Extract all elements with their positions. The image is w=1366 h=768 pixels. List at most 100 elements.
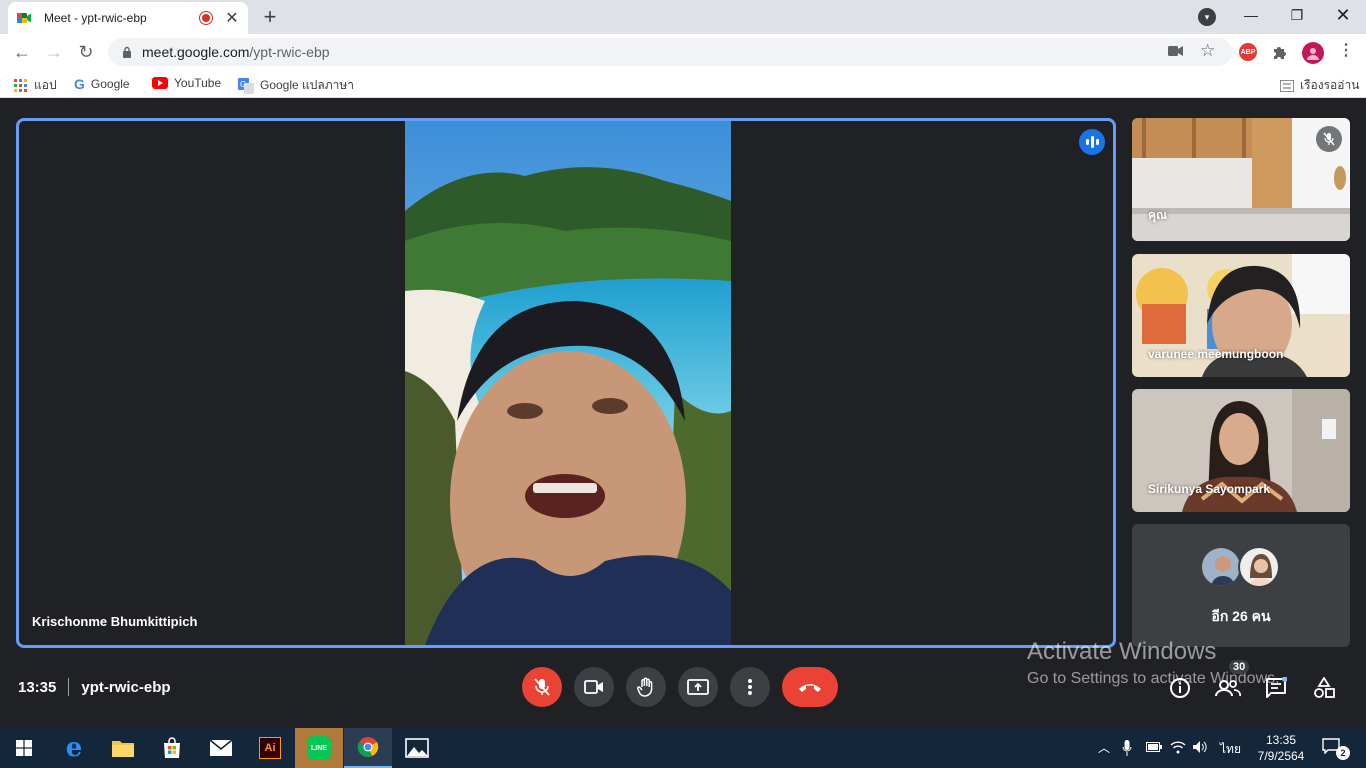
adblock-plus-icon[interactable]: ABP (1239, 43, 1257, 61)
people-icon (1215, 680, 1241, 697)
participant-tile-varunee[interactable]: varunee meemungboon (1132, 254, 1350, 377)
chrome-menu-icon[interactable]: ⋮ (1338, 40, 1354, 60)
raise-hand-icon (637, 677, 653, 697)
photos-icon (405, 738, 429, 758)
main-speaker-video (405, 121, 731, 645)
youtube-icon (152, 77, 168, 89)
meeting-time: 13:35 (18, 678, 57, 696)
folder-icon (112, 741, 134, 757)
people-count-badge: 30 (1229, 660, 1250, 674)
extensions-puzzle-icon[interactable] (1272, 44, 1288, 60)
main-speaker-tile[interactable]: Krischonme Bhumkittipich (16, 118, 1116, 648)
participant-name: คุณ (1148, 208, 1168, 222)
tab-close-icon[interactable]: ✕ (224, 8, 240, 28)
taskbar-illustrator[interactable]: Ai (246, 728, 294, 768)
wifi-icon[interactable] (1170, 740, 1186, 754)
mic-toggle-button[interactable] (522, 667, 562, 707)
activities-button[interactable] (1310, 674, 1338, 702)
tab-strip: Meet - ypt-rwic-ebp ✕ + ▾ — ❐ ✕ (0, 0, 1366, 34)
meet-stage: Krischonme Bhumkittipich คุณ varunee mee… (0, 102, 1366, 728)
taskbar-chrome[interactable] (344, 728, 392, 768)
camera-toggle-button[interactable] (574, 667, 614, 707)
line-app-icon: LINE (307, 736, 331, 760)
show-everyone-button[interactable] (1214, 674, 1242, 702)
more-vert-icon (748, 679, 752, 695)
url-path: /ypt-rwic-ebp (249, 44, 330, 60)
participant-tile-self[interactable]: คุณ (1132, 118, 1350, 241)
chat-button[interactable] (1262, 674, 1290, 702)
bookmark-apps[interactable]: แอป (14, 76, 57, 95)
minimize-button[interactable]: — (1228, 0, 1274, 30)
bookmark-google-translate[interactable]: G Google แปลภาษา (238, 76, 354, 95)
more-participants-tile[interactable]: อีก 26 คน (1132, 524, 1350, 647)
taskbar-line[interactable]: LINE (295, 728, 343, 768)
meeting-info: 13:35 ypt-rwic-ebp (18, 678, 171, 696)
video-camera-icon (584, 680, 603, 694)
muted-mic-icon (1316, 126, 1342, 152)
participant-avatar (1200, 546, 1242, 588)
bookmark-youtube[interactable]: YouTube (152, 76, 221, 90)
microphone-tray-icon[interactable] (1122, 740, 1132, 756)
meeting-details-button[interactable] (1166, 674, 1194, 702)
camera-in-use-icon[interactable] (1168, 45, 1184, 57)
hang-up-icon (799, 684, 821, 692)
recording-indicator-icon (200, 12, 212, 24)
apps-grid-icon (14, 78, 28, 93)
divider (68, 678, 70, 696)
bookmark-star-icon[interactable]: ☆ (1200, 41, 1215, 61)
others-count-label: อีก 26 คน (1211, 608, 1271, 624)
participant-tile-sirikunya[interactable]: Sirikunya Sayompark (1132, 389, 1350, 512)
participant-name: Sirikunya Sayompark (1148, 482, 1271, 496)
reload-icon[interactable]: ↻ (74, 40, 98, 64)
restore-button[interactable]: ❐ (1274, 0, 1320, 30)
system-clock[interactable]: 13:35 7/9/2564 (1254, 732, 1308, 764)
participant-name: varunee meemungboon (1148, 347, 1284, 361)
meet-control-bar: 13:35 ypt-rwic-ebp 30 (0, 660, 1366, 714)
bookmark-label: แอป (34, 78, 57, 92)
tab-title: Meet - ypt-rwic-ebp (44, 11, 147, 25)
back-arrow-icon[interactable]: ← (10, 40, 34, 64)
activities-shapes-icon (1314, 677, 1335, 698)
leave-call-button[interactable] (782, 667, 838, 707)
browser-toolbar: ← → ↻ meet.google.com/ypt-rwic-ebp ☆ ABP… (0, 34, 1366, 70)
mail-icon (209, 739, 233, 756)
show-hidden-icons-chevron-icon[interactable]: ︿ (1098, 739, 1110, 756)
raise-hand-button[interactable] (626, 667, 666, 707)
windows-logo-icon (16, 740, 32, 756)
new-tab-button[interactable]: + (258, 6, 282, 28)
bookmark-label: Google (90, 77, 130, 91)
battery-icon[interactable] (1146, 742, 1162, 752)
url-host: meet.google.com (142, 44, 250, 60)
present-screen-button[interactable] (678, 667, 718, 707)
taskbar-mail[interactable] (197, 728, 245, 768)
bookmarks-bar: แอป G Google YouTube G Google แปลภาษา เร… (0, 70, 1366, 98)
input-language-indicator[interactable]: ไทย (1220, 740, 1241, 759)
google-icon: G (74, 76, 85, 92)
start-button[interactable] (0, 728, 48, 768)
taskbar-photos[interactable] (393, 728, 441, 768)
google-translate-icon: G (238, 77, 254, 94)
forward-arrow-icon[interactable]: → (42, 40, 66, 64)
bookmark-label: YouTube (174, 76, 222, 90)
main-speaker-name: Krischonme Bhumkittipich (32, 614, 198, 629)
svg-text:G: G (240, 80, 246, 89)
clock-time: 13:35 (1265, 733, 1297, 747)
taskbar-store[interactable] (148, 728, 196, 768)
taskbar-edge[interactable]: e (50, 728, 98, 768)
tab-search-icon[interactable]: ▾ (1198, 8, 1216, 26)
taskbar-file-explorer[interactable] (99, 728, 147, 768)
bookmark-google[interactable]: G Google (74, 76, 130, 92)
address-bar[interactable]: meet.google.com/ypt-rwic-ebp (108, 38, 1232, 66)
bookmark-label: Google แปลภาษา (260, 78, 355, 92)
browser-tab[interactable]: Meet - ypt-rwic-ebp ✕ (8, 2, 248, 34)
more-options-button[interactable] (730, 667, 770, 707)
info-icon (1170, 678, 1190, 698)
volume-icon[interactable] (1192, 740, 1208, 754)
speaking-indicator-icon (1079, 129, 1105, 155)
window-close-button[interactable]: ✕ (1320, 0, 1366, 30)
reading-list-button[interactable]: เรืองรออ่าน (1280, 76, 1359, 95)
profile-avatar-icon[interactable] (1302, 42, 1324, 64)
google-meet-icon (17, 13, 31, 23)
clock-date: 7/9/2564 (1257, 749, 1305, 763)
lock-icon (123, 46, 131, 58)
